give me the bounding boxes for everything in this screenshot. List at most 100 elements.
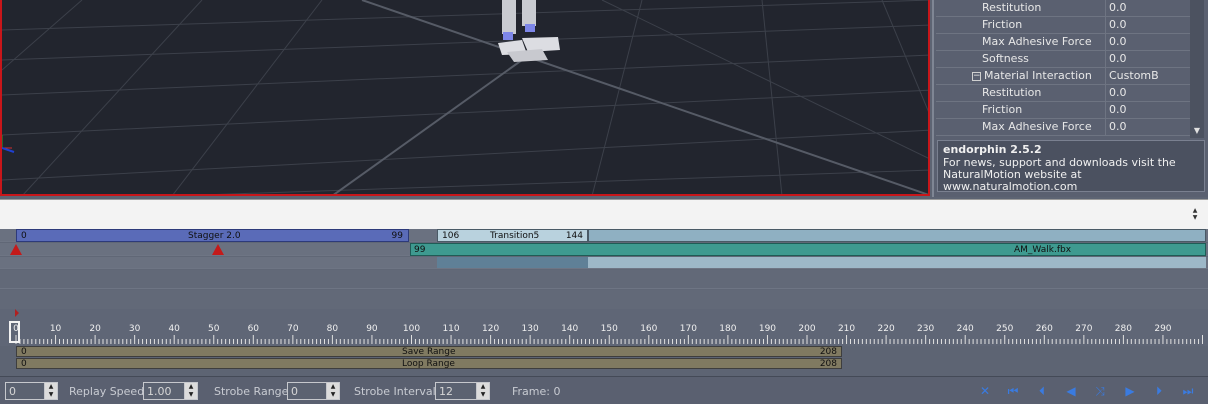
go-to-start-icon[interactable]: ⏮ (1002, 382, 1024, 400)
command-bar[interactable]: ▲ ▼ (0, 199, 1208, 229)
property-row[interactable]: Restitution 0.0 (936, 85, 1192, 102)
property-value[interactable]: 0.0 (1106, 51, 1192, 67)
ground-grid (2, 0, 928, 194)
property-value[interactable]: 0.0 (1106, 119, 1192, 135)
property-scrollbar[interactable]: ▼ (1190, 0, 1204, 138)
strobe-interval-value[interactable]: 12 (439, 385, 453, 398)
property-name: Restitution (936, 0, 1106, 16)
stagger-clip[interactable]: 0 Stagger 2.0 99 (16, 229, 409, 242)
property-row[interactable]: Friction 0.0 (936, 102, 1192, 119)
track-row (0, 270, 1208, 289)
frame-spinner-value[interactable]: 0 (9, 385, 16, 398)
playhead-flag-icon[interactable] (15, 309, 19, 317)
stagger-clip-name: Stagger 2.0 (188, 231, 241, 241)
property-name: Friction (936, 17, 1106, 33)
strobe-interval-arrows-icon[interactable]: ▲ ▼ (476, 383, 489, 399)
3d-viewport[interactable] (0, 0, 930, 196)
character-legs (498, 0, 560, 62)
replay-speed-spinner[interactable]: 1.00 ▲ ▼ (143, 382, 198, 400)
walk-shadow (588, 257, 1206, 268)
info-line-2: NaturalMotion website at www.naturalmoti… (943, 168, 1082, 193)
property-name: Max Adhesive Force (936, 34, 1106, 50)
property-name: Max Adhesive Force (936, 119, 1106, 135)
tick-label: 240 (956, 324, 974, 334)
tick-label: 270 (1075, 324, 1093, 334)
strobe-range-spinner[interactable]: 0 ▲ ▼ (287, 382, 340, 400)
next-key-icon[interactable]: ⏵ (1148, 382, 1170, 400)
tick-label: 220 (877, 324, 895, 334)
property-value[interactable]: CustomB (1106, 68, 1192, 84)
stagger-clip-end: 99 (391, 231, 403, 241)
play-forward-icon[interactable]: ▶ (1119, 382, 1141, 400)
frame-readout: Frame: 0 (512, 385, 561, 398)
tick-label: 60 (247, 324, 260, 334)
tick-label: 190 (758, 324, 777, 334)
collapse-icon[interactable]: − (972, 71, 981, 81)
transition-clip-name: Transition5 (490, 231, 540, 241)
property-value[interactable]: 0.0 (1106, 85, 1192, 101)
tick-label: 10 (49, 324, 62, 334)
track-row: 99 AM_Walk.fbx (0, 243, 1208, 256)
toggle-loop-icon[interactable]: ✕ (974, 382, 996, 400)
strobe-range-value[interactable]: 0 (291, 385, 298, 398)
replay-speed-arrows-icon[interactable]: ▲ ▼ (184, 383, 197, 399)
property-value[interactable]: 0.0 (1106, 102, 1192, 118)
property-value[interactable]: 0.0 (1106, 17, 1192, 33)
tick-label: 40 (168, 324, 180, 334)
frame-spinner[interactable]: 0 ▲ ▼ (5, 382, 58, 400)
property-name: Friction (936, 102, 1106, 118)
save-range-bar[interactable]: 0 Save Range 208 (16, 346, 842, 357)
strobe-interval-spinner[interactable]: 12 ▲ ▼ (435, 382, 490, 400)
transition-clip[interactable]: 106 Transition5 144 (437, 229, 588, 242)
tick-label: 100 (402, 324, 421, 334)
loop-range-label: Loop Range (402, 359, 455, 369)
tick-label: 140 (561, 324, 579, 334)
frame-spinner-arrows-icon[interactable]: ▲ ▼ (44, 383, 57, 399)
replay-speed-label: Replay Speed: (69, 385, 148, 398)
tick-label: 280 (1114, 324, 1132, 334)
property-name-text: Friction (982, 103, 1023, 116)
property-row[interactable]: Max Adhesive Force 0.0 (936, 34, 1192, 51)
track-row: 0 Stagger 2.0 99 106 Transition5 144 (0, 229, 1208, 242)
save-range-start: 0 (21, 347, 27, 357)
previous-key-icon[interactable]: ⏴ (1031, 382, 1053, 400)
clip-tracks: 0 Stagger 2.0 99 106 Transition5 144 99 … (0, 229, 1208, 309)
property-name-text: Restitution (982, 1, 1042, 14)
property-row[interactable]: − Material Interaction CustomB (936, 68, 1192, 85)
property-name-text: Max Adhesive Force (982, 120, 1092, 133)
properties-panel: Restitution 0.0 Friction 0.0 Max Adhesive Fo… (932, 0, 1208, 197)
keyframe-marker[interactable] (212, 244, 224, 255)
info-title: endorphin 2.5.2 (943, 143, 1042, 156)
tick-label: 290 (1154, 324, 1172, 334)
timeline-ruler[interactable]: 10 20 30 40 50 60 70 80 90 100 110 120 130 140 150 160 1… (0, 309, 1208, 346)
command-bar-spinner-icon[interactable]: ▲ ▼ (1190, 207, 1200, 221)
property-name: Softness (936, 51, 1106, 67)
loop-range-start: 0 (21, 359, 27, 369)
replay-speed-value[interactable]: 1.00 (147, 385, 172, 398)
walk-clip[interactable]: 99 AM_Walk.fbx (410, 243, 1206, 256)
walk-clip-name: AM_Walk.fbx (1014, 245, 1072, 255)
property-row[interactable]: Restitution 0.0 (936, 0, 1192, 17)
tick-label: 30 (128, 324, 141, 334)
keyframe-marker[interactable] (10, 244, 22, 255)
property-grid: Restitution 0.0 Friction 0.0 Max Adhesive Fo… (936, 0, 1192, 136)
property-row[interactable]: Friction 0.0 (936, 17, 1192, 34)
go-to-end-icon[interactable]: ⏭ (1177, 382, 1199, 400)
property-value[interactable]: 0.0 (1106, 34, 1192, 50)
tick-label: 110 (442, 324, 460, 334)
play-backward-icon[interactable]: ◀ (1060, 382, 1082, 400)
tick-label: 90 (366, 324, 378, 334)
property-name: − Material Interaction (936, 68, 1106, 84)
current-frame-indicator[interactable] (9, 321, 20, 343)
strobe-range-label: Strobe Range: (214, 385, 293, 398)
tick-label: 200 (798, 324, 816, 334)
strobe-range-arrows-icon[interactable]: ▲ ▼ (326, 383, 339, 399)
property-value[interactable]: 0.0 (1106, 0, 1192, 16)
scroll-down-arrow-icon[interactable]: ▼ (1190, 124, 1204, 138)
property-row[interactable]: Softness 0.0 (936, 51, 1192, 68)
loop-range-bar[interactable]: 0 Loop Range 208 (16, 358, 842, 369)
clip-continuation (588, 229, 1206, 242)
tick-label: 50 (208, 324, 220, 334)
property-row[interactable]: Max Adhesive Force 0.0 (936, 119, 1192, 136)
bounce-loop-icon[interactable]: ⤨ (1089, 382, 1111, 400)
